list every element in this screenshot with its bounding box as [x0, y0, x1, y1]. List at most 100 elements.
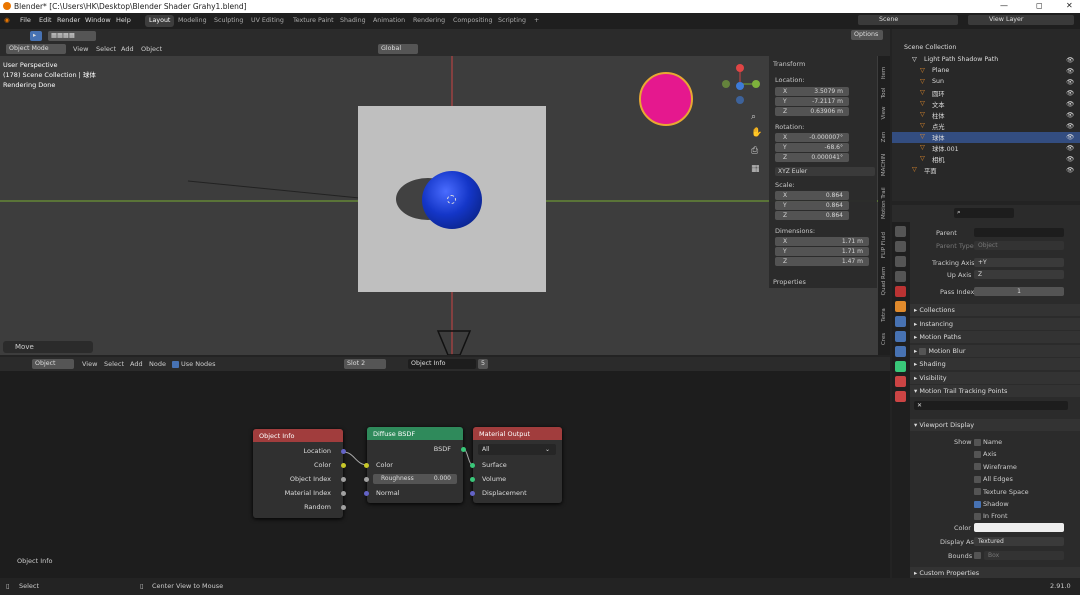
node-menu-node[interactable]: Node — [149, 360, 166, 368]
slot-selector[interactable]: Slot 2 — [344, 359, 386, 369]
checkbox[interactable] — [974, 450, 981, 458]
outliner-item[interactable]: ▽ 圆环 👁 — [892, 88, 1080, 99]
physics-tab-icon[interactable] — [895, 346, 906, 357]
section-motion-paths[interactable]: ▸ Motion Paths — [910, 331, 1080, 343]
roughness-field[interactable]: Roughness 0.000 — [373, 474, 457, 484]
menu-add[interactable]: Add — [121, 45, 134, 53]
material-users-count[interactable]: 5 — [478, 359, 488, 369]
operator-panel[interactable]: Move — [3, 341, 93, 353]
bounds-dropdown[interactable]: Box — [984, 551, 1064, 560]
rotation-y-field[interactable]: Y -68.6° — [775, 143, 849, 152]
output-target-dropdown[interactable]: All ⌄ — [478, 444, 556, 455]
menu-object[interactable]: Object — [141, 45, 162, 53]
material-output-header[interactable]: Material Output — [473, 427, 562, 440]
texture-tab-icon[interactable] — [895, 391, 906, 402]
tab-zen[interactable]: Zen — [881, 122, 887, 152]
show-option[interactable]: Name — [974, 438, 1002, 446]
dimension-y-field[interactable]: Y 1.71 m — [775, 247, 869, 256]
checkbox[interactable] — [974, 438, 981, 446]
dimension-x-field[interactable]: X 1.71 m — [775, 237, 869, 246]
visibility-eye-icon[interactable]: 👁 — [1066, 144, 1074, 152]
particles-tab-icon[interactable] — [895, 331, 906, 342]
checkbox[interactable] — [974, 500, 981, 508]
checkbox[interactable] — [974, 488, 981, 496]
output-tab-icon[interactable] — [895, 256, 906, 267]
properties-search-input[interactable]: ⌕ — [954, 208, 1014, 218]
view-layer-tab-icon[interactable] — [895, 271, 906, 282]
visibility-eye-icon[interactable]: 👁 — [1066, 122, 1074, 130]
3d-viewport[interactable]: User Perspective (178) Scene Collection … — [0, 56, 890, 355]
outliner-item[interactable]: ▽ 相机 👁 — [892, 154, 1080, 165]
socket-location[interactable] — [341, 449, 346, 454]
section-motion-trail[interactable]: ▾ Motion Trail Tracking Points — [910, 385, 1080, 397]
tab-shading[interactable]: Shading — [336, 15, 370, 27]
location-x-field[interactable]: X 3.5079 m — [775, 87, 849, 96]
tab-layout[interactable]: Layout — [145, 15, 175, 27]
maximize-button[interactable]: ◻ — [1036, 1, 1043, 10]
menu-edit[interactable]: Edit — [39, 16, 52, 24]
outliner-item[interactable]: ▽ 柱体 👁 — [892, 110, 1080, 121]
section-visibility[interactable]: ▸ Visibility — [910, 372, 1080, 384]
outliner-item[interactable]: ▽ Light Path Shadow Path 👁 — [892, 55, 1080, 66]
close-icon[interactable]: ✕ — [917, 401, 922, 410]
checkbox[interactable] — [974, 475, 981, 483]
node-menu-add[interactable]: Add — [130, 360, 143, 368]
diffuse-node-header[interactable]: Diffuse BSDF — [367, 427, 463, 440]
tab-flip-fluid[interactable]: FLIP Fluid — [881, 230, 887, 260]
material-name-field[interactable]: Object Info — [408, 359, 476, 369]
viewport-color-swatch[interactable] — [974, 523, 1064, 532]
socket-random[interactable] — [341, 505, 346, 510]
visibility-eye-icon[interactable]: 👁 — [1066, 166, 1074, 174]
scene-selector[interactable]: Scene — [858, 15, 958, 25]
checkbox[interactable] — [974, 512, 981, 520]
tracking-points-list[interactable]: ✕ — [914, 401, 1068, 410]
rotation-mode-dropdown[interactable]: XYZ Euler — [775, 167, 875, 176]
scale-z-field[interactable]: Z 0.864 — [775, 211, 849, 220]
tab-rendering[interactable]: Rendering — [409, 15, 449, 27]
camera-view-icon[interactable]: ⎙ — [751, 146, 758, 156]
options-dropdown[interactable]: Options — [851, 30, 883, 40]
scene-tab-icon[interactable] — [895, 286, 906, 297]
motion-blur-checkbox[interactable] — [919, 347, 927, 355]
minimize-button[interactable]: — — [1000, 1, 1008, 10]
menu-help[interactable]: Help — [116, 16, 131, 24]
select-mode-buttons[interactable]: ▦▦▦▦ — [48, 31, 96, 41]
location-z-field[interactable]: Z 0.63906 m — [775, 107, 849, 116]
show-option[interactable]: In Front — [974, 512, 1008, 520]
node-menu-view[interactable]: View — [82, 360, 97, 368]
tab-scripting[interactable]: Scripting — [494, 15, 530, 27]
tab-animation[interactable]: Animation — [369, 15, 409, 27]
socket-displacement-in[interactable] — [470, 491, 475, 496]
tracking-axis-dropdown[interactable]: +Y — [974, 258, 1064, 267]
tab-quad-rem[interactable]: Quad Rem — [881, 266, 887, 296]
socket-volume-in[interactable] — [470, 477, 475, 482]
dimension-z-field[interactable]: Z 1.47 m — [775, 257, 869, 266]
object-tab-icon[interactable] — [895, 301, 906, 312]
outliner-item[interactable]: ▽ 点光 👁 — [892, 121, 1080, 132]
tab-uv-editing[interactable]: UV Editing — [247, 15, 288, 27]
render-tab-icon[interactable] — [895, 241, 906, 252]
checkbox[interactable] — [974, 463, 981, 471]
pan-hand-icon[interactable]: ✋ — [751, 128, 762, 138]
blender-menu-icon[interactable]: ◉ — [4, 16, 10, 24]
socket-bsdf-out[interactable] — [461, 447, 466, 452]
show-option[interactable]: All Edges — [974, 475, 1013, 483]
visibility-eye-icon[interactable]: 👁 — [1066, 111, 1074, 119]
transform-title[interactable]: Transform — [773, 60, 805, 68]
outliner-item[interactable]: ▽ 球体.001 👁 — [892, 143, 1080, 154]
menu-window[interactable]: Window — [85, 16, 111, 24]
parent-type-dropdown[interactable]: Object — [974, 241, 1064, 250]
socket-object-index[interactable] — [341, 477, 346, 482]
pass-index-field[interactable]: 1 — [974, 287, 1064, 296]
socket-surface-in[interactable] — [470, 463, 475, 468]
navigation-gizmo[interactable] — [718, 60, 764, 106]
data-tab-icon[interactable] — [895, 361, 906, 372]
socket-normal-in[interactable] — [364, 491, 369, 496]
object-type-selector[interactable]: Object — [32, 359, 74, 369]
socket-color-in[interactable] — [364, 463, 369, 468]
outliner-item[interactable]: ▽ Plane 👁 — [892, 66, 1080, 77]
outliner-item[interactable]: ▽ 文本 👁 — [892, 99, 1080, 110]
tab-sculpting[interactable]: Sculpting — [210, 15, 247, 27]
rotation-z-field[interactable]: Z 0.000041° — [775, 153, 849, 162]
tab-modeling[interactable]: Modeling — [174, 15, 211, 27]
